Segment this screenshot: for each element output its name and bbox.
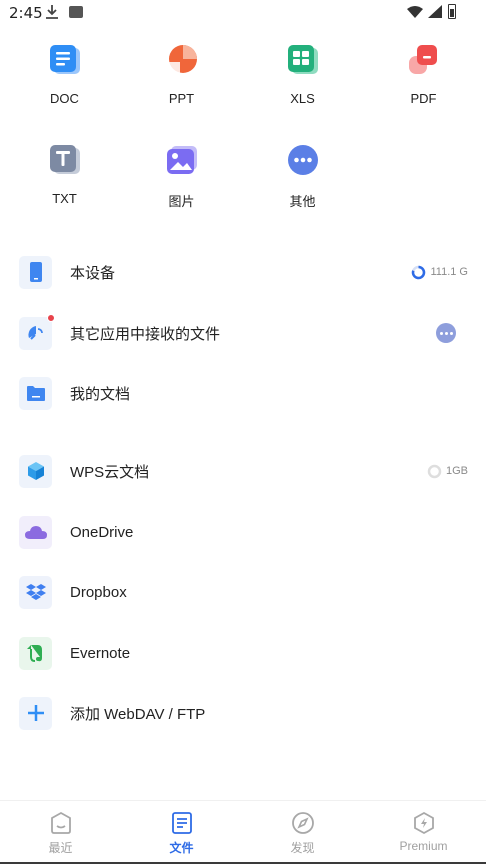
type-image-label: 图片 <box>168 194 195 209</box>
type-txt-label: TXT <box>52 191 77 206</box>
files-icon <box>171 812 192 834</box>
notification-icon <box>69 6 83 18</box>
bottom-nav: 最近 文件 发现 Premium <box>0 800 486 864</box>
tab-discover[interactable]: 发现 <box>242 811 363 856</box>
type-ppt-label: PPT <box>168 91 195 106</box>
type-txt[interactable]: TXT <box>4 143 125 206</box>
evernote-icon <box>19 636 52 670</box>
more-options-button[interactable] <box>436 323 456 343</box>
tab-discover-label: 发现 <box>290 841 315 855</box>
download-icon <box>46 5 58 19</box>
type-other-label: 其他 <box>289 194 316 209</box>
cloud-label: Evernote <box>70 644 131 662</box>
ppt-icon <box>165 43 199 77</box>
cloud-label: OneDrive <box>70 523 134 541</box>
cloud-storage-size: 1GB <box>445 465 468 477</box>
premium-icon <box>413 811 434 835</box>
type-doc[interactable]: DOC <box>4 43 125 106</box>
tab-premium[interactable]: Premium <box>363 811 484 853</box>
status-time: 2:45 <box>9 4 43 22</box>
status-bar: 2:45 <box>0 0 486 26</box>
new-badge-dot <box>47 313 55 322</box>
compass-icon <box>291 812 314 834</box>
tab-files[interactable]: 文件 <box>121 811 242 856</box>
folder-icon <box>19 376 52 410</box>
battery-icon <box>448 4 456 19</box>
location-received-files[interactable]: 其它应用中接收的文件 <box>0 308 486 358</box>
type-xls[interactable]: XLS <box>242 43 363 106</box>
recent-icon <box>50 811 71 834</box>
type-doc-label: DOC <box>50 91 79 106</box>
more-icon <box>286 143 320 177</box>
cloud-onedrive[interactable]: OneDrive <box>0 507 486 557</box>
add-webdav-ftp[interactable]: 添加 WebDAV / FTP <box>0 688 486 738</box>
tab-files-label: 文件 <box>169 841 194 855</box>
location-this-device[interactable]: 本设备 111.1 G <box>0 247 486 297</box>
xls-icon <box>286 43 320 77</box>
dropbox-icon <box>19 575 52 609</box>
location-label: 我的文档 <box>70 385 131 403</box>
signal-icon <box>407 5 442 18</box>
type-pdf-label: PDF <box>410 91 437 106</box>
cloud-label: Dropbox <box>70 583 127 601</box>
cloud-label: WPS云文档 <box>70 463 150 481</box>
pdf-icon <box>407 43 441 77</box>
storage-ring-icon <box>427 464 442 478</box>
type-xls-label: XLS <box>290 91 315 106</box>
cloud-storage-meta: 1GB <box>427 464 468 479</box>
storage-meta: 111.1 G <box>411 265 468 280</box>
plus-icon <box>19 696 52 730</box>
add-label: 添加 WebDAV / FTP <box>70 705 206 723</box>
txt-icon <box>48 143 82 177</box>
cloud-evernote[interactable]: Evernote <box>0 628 486 678</box>
onedrive-icon <box>19 515 52 549</box>
image-icon <box>165 143 199 177</box>
tab-recent[interactable]: 最近 <box>0 811 121 856</box>
type-other[interactable]: 其他 <box>242 143 363 210</box>
location-label: 其它应用中接收的文件 <box>70 325 221 343</box>
cube-icon <box>19 454 52 488</box>
storage-ring-icon <box>412 265 426 279</box>
storage-size: 111.1 G <box>430 266 468 278</box>
satellite-icon <box>19 313 55 350</box>
cloud-dropbox[interactable]: Dropbox <box>0 567 486 617</box>
type-pdf[interactable]: PDF <box>363 43 484 106</box>
type-ppt[interactable]: PPT <box>121 43 242 106</box>
location-my-documents[interactable]: 我的文档 <box>0 368 486 418</box>
location-label: 本设备 <box>70 264 116 282</box>
doc-icon <box>48 43 82 77</box>
phone-icon <box>19 255 52 289</box>
tab-premium-label: Premium <box>399 839 448 853</box>
cloud-wps[interactable]: WPS云文档 1GB <box>0 446 486 496</box>
tab-recent-label: 最近 <box>48 841 73 855</box>
type-image[interactable]: 图片 <box>121 143 242 210</box>
